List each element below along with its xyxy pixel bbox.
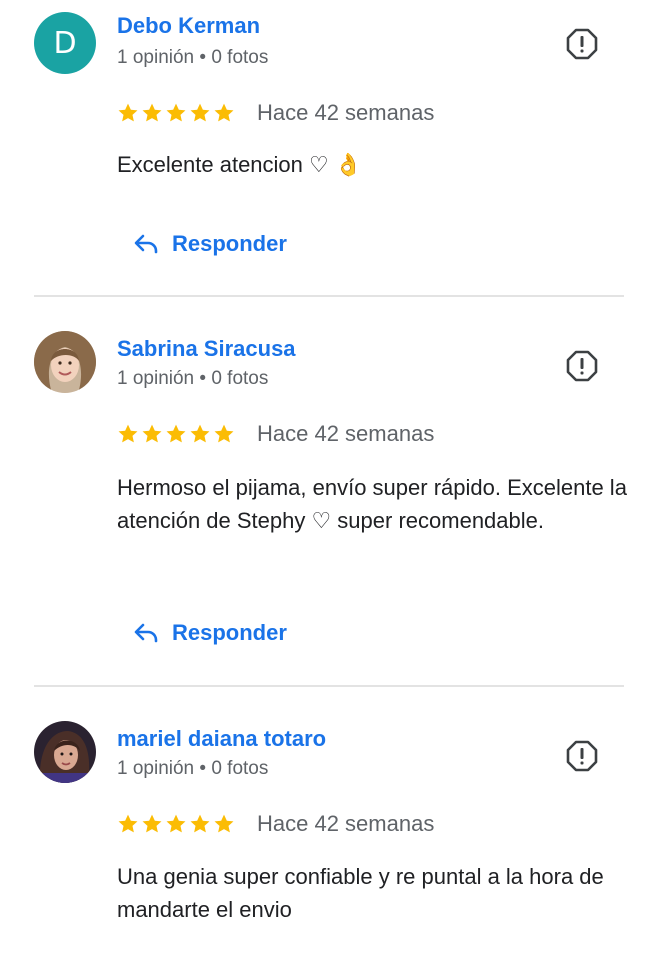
star-icon [166, 424, 186, 443]
reply-button[interactable]: Responder [132, 616, 287, 650]
star-icon [166, 103, 186, 122]
star-rating [117, 813, 235, 835]
review-card: D Debo Kerman 1 opinión • 0 fotos Hace 4… [0, 0, 657, 296]
star-icon [142, 103, 162, 122]
star-icon [142, 814, 162, 833]
star-icon [190, 103, 210, 122]
reply-label: Responder [172, 620, 287, 645]
avatar[interactable] [34, 721, 96, 783]
review-time: Hace 42 semanas [257, 811, 435, 836]
report-icon[interactable] [566, 350, 598, 382]
report-icon[interactable] [566, 28, 598, 60]
star-icon [118, 424, 138, 443]
review-text: Una genia super confiable y re puntal a … [117, 864, 604, 922]
avatar[interactable] [34, 331, 96, 393]
avatar-letter: D [53, 25, 77, 61]
star-icon [190, 424, 210, 443]
star-rating [117, 102, 235, 124]
author-meta: 1 opinión • 0 fotos [117, 368, 269, 389]
star-icon [118, 814, 138, 833]
author-meta: 1 opinión • 0 fotos [117, 47, 269, 68]
reply-arrow-icon [134, 234, 158, 254]
review-time: Hace 42 semanas [257, 100, 435, 125]
star-icon [190, 814, 210, 833]
reply-button[interactable]: Responder [132, 227, 287, 261]
star-icon [214, 424, 234, 443]
reply-label: Responder [172, 231, 287, 256]
avatar-photo [34, 721, 96, 783]
star-icon [142, 424, 162, 443]
review-card: mariel daiana totaro 1 opinión • 0 fotos… [0, 686, 657, 960]
author-name[interactable]: mariel daiana totaro [117, 726, 326, 752]
star-icon [214, 814, 234, 833]
review-time: Hace 42 semanas [257, 421, 435, 446]
author-meta: 1 opinión • 0 fotos [117, 758, 269, 779]
avatar[interactable]: D [34, 12, 96, 74]
star-rating [117, 423, 235, 445]
reply-arrow-icon [134, 623, 158, 643]
avatar-photo [34, 331, 96, 393]
author-name[interactable]: Sabrina Siracusa [117, 336, 296, 362]
author-name[interactable]: Debo Kerman [117, 13, 260, 39]
review-text: Excelente atencion ♡ 👌 [117, 152, 363, 177]
review-card: Sabrina Siracusa 1 opinión • 0 fotos Hac… [0, 296, 657, 686]
star-icon [214, 103, 234, 122]
review-text: Hermoso el pijama, envío super rápido. E… [117, 475, 627, 533]
star-icon [118, 103, 138, 122]
report-icon[interactable] [566, 740, 598, 772]
star-icon [166, 814, 186, 833]
